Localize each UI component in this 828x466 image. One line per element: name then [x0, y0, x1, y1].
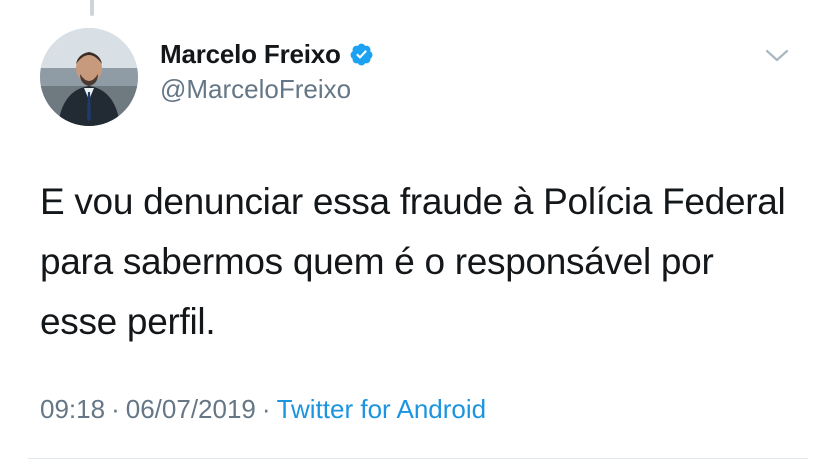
- tweet-date[interactable]: 06/07/2019: [126, 394, 256, 424]
- author-name[interactable]: Marcelo Freixo: [160, 39, 341, 70]
- tweet-text: E vou denunciar essa fraude à Polícia Fe…: [40, 181, 786, 342]
- chevron-down-icon[interactable]: [764, 46, 790, 66]
- thread-connector-line: [90, 0, 94, 16]
- tweet-source-link[interactable]: Twitter for Android: [277, 394, 487, 424]
- meta-separator: ·: [111, 394, 120, 424]
- tweet-meta: 09:18 · 06/07/2019 · Twitter for Android: [40, 394, 486, 425]
- avatar[interactable]: [40, 28, 138, 126]
- meta-separator: ·: [261, 394, 271, 424]
- avatar-photo: [40, 28, 138, 126]
- divider: [28, 458, 808, 459]
- verified-badge-icon: [349, 42, 374, 67]
- tweet-time[interactable]: 09:18: [40, 394, 105, 424]
- author-name-row[interactable]: Marcelo Freixo: [160, 36, 374, 72]
- author-handle[interactable]: @MarceloFreixo: [160, 74, 351, 105]
